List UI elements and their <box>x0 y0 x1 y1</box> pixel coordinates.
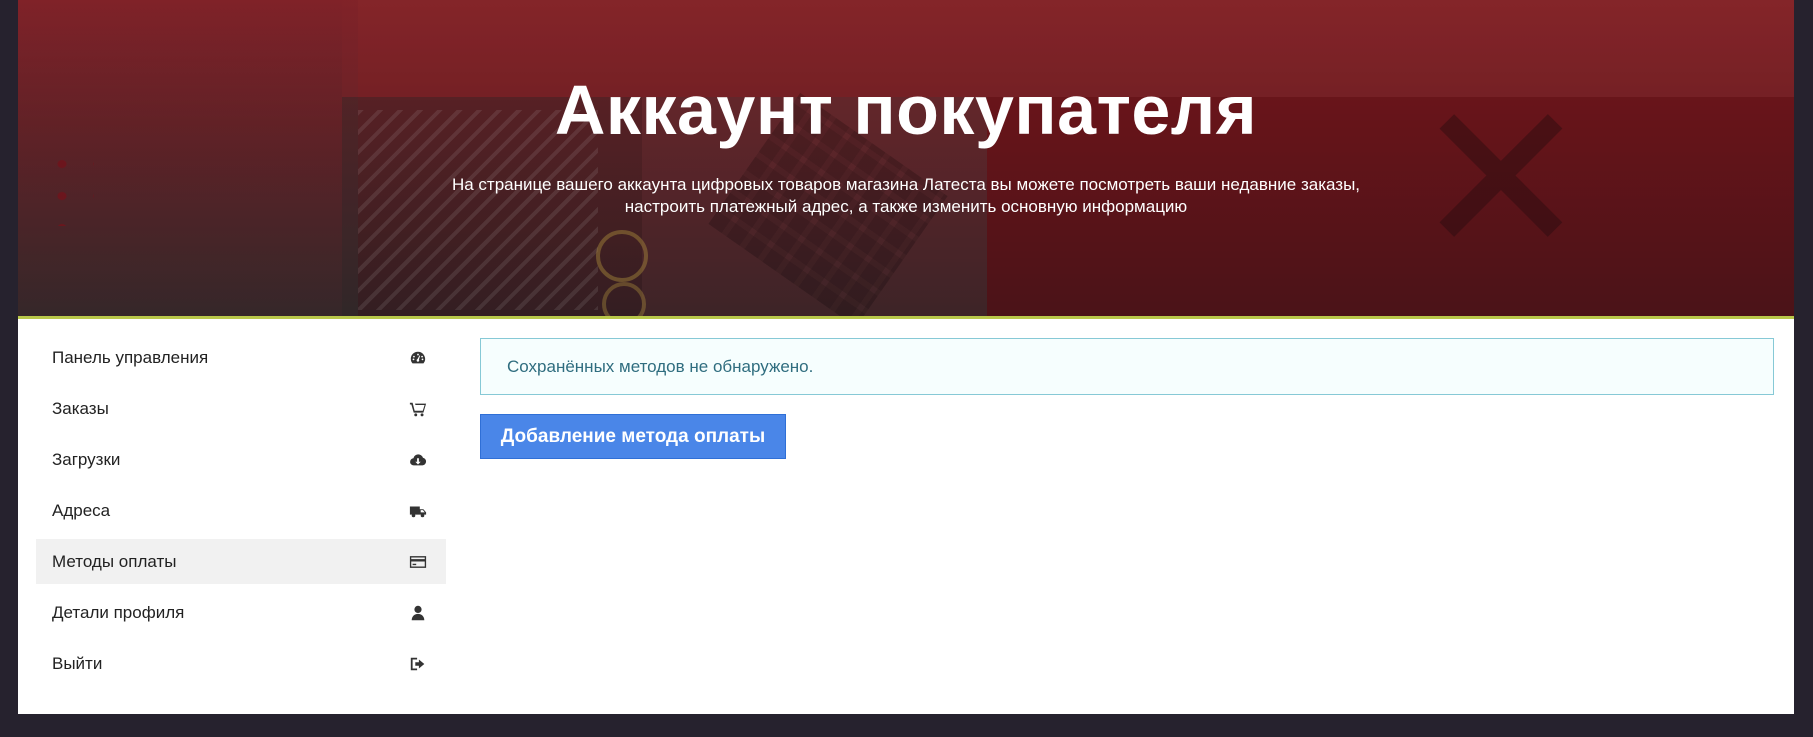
sidebar-item-label: Методы оплаты <box>52 551 177 571</box>
sidebar-item-label: Заказы <box>52 398 109 418</box>
sidebar-item-downloads[interactable]: Загрузки <box>36 437 446 482</box>
sidebar-item-label: Детали профиля <box>52 602 185 622</box>
sidebar-item-addresses[interactable]: Адреса <box>36 488 446 533</box>
sidebar-item-orders[interactable]: Заказы <box>36 386 446 431</box>
page-title: Аккаунт покупателя <box>554 71 1258 149</box>
sidebar-item-label: Выйти <box>52 653 103 673</box>
page-frame: ✕ Аккаунт покупателя На странице вашего … <box>18 0 1794 714</box>
cloud-download-icon <box>408 450 428 470</box>
sidebar-item-dashboard[interactable]: Панель управления <box>36 335 446 380</box>
sidebar-item-payment-methods[interactable]: Методы оплаты <box>36 539 446 584</box>
sidebar-item-label: Загрузки <box>52 449 121 469</box>
subtitle-line: На странице вашего аккаунта цифровых тов… <box>451 175 1361 194</box>
hero-banner: ✕ Аккаунт покупателя На странице вашего … <box>18 0 1794 316</box>
sidebar-item-label: Адреса <box>52 500 111 520</box>
subtitle-line: настроить платежный адрес, а также измен… <box>624 197 1188 216</box>
add-payment-method-button[interactable]: Добавление метода оплаты <box>480 414 786 459</box>
sidebar-item-logout[interactable]: Выйти <box>36 641 446 686</box>
empty-payment-methods-notice: Сохранённых методов не обнаружено. <box>480 338 1774 395</box>
truck-icon <box>408 501 428 521</box>
user-icon <box>408 603 428 623</box>
cart-icon <box>408 399 428 419</box>
sidebar-item-profile[interactable]: Детали профиля <box>36 590 446 635</box>
credit-card-icon <box>408 552 428 572</box>
page-subtitle: На странице вашего аккаунта цифровых тов… <box>438 174 1374 218</box>
glasses-illustration <box>596 230 648 282</box>
hero-divider <box>18 316 1794 319</box>
dots-decoration <box>44 148 94 226</box>
dashboard-icon <box>408 348 428 368</box>
sign-out-icon <box>408 654 428 674</box>
account-navigation: Панель управления Заказы Загрузки Адреса… <box>36 335 446 692</box>
sidebar-item-label: Панель управления <box>52 347 209 367</box>
